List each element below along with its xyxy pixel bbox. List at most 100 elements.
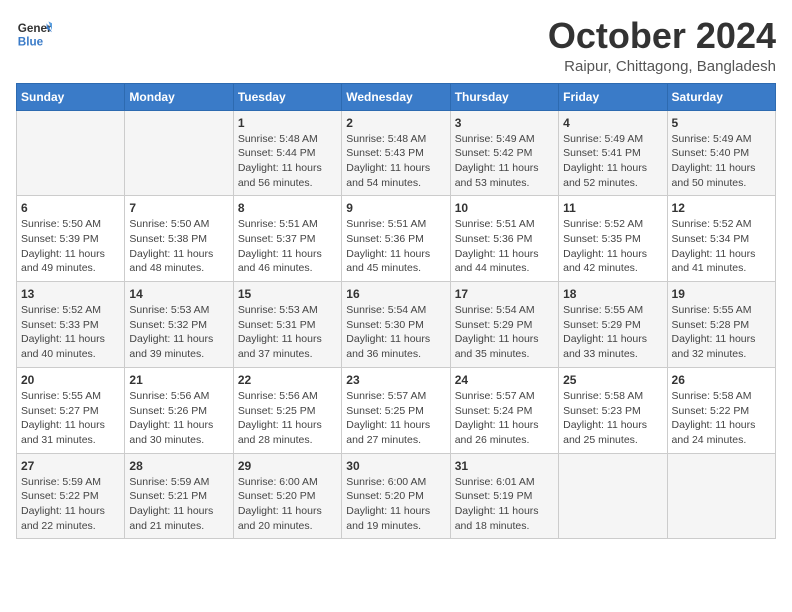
day-info: Sunrise: 5:52 AMSunset: 5:34 PMDaylight:…: [672, 217, 771, 276]
day-info: Sunrise: 5:50 AMSunset: 5:38 PMDaylight:…: [129, 217, 228, 276]
day-number: 23: [346, 373, 445, 387]
day-number: 1: [238, 116, 337, 130]
calendar-cell: 26Sunrise: 5:58 AMSunset: 5:22 PMDayligh…: [667, 367, 775, 453]
calendar-cell: 15Sunrise: 5:53 AMSunset: 5:31 PMDayligh…: [233, 282, 341, 368]
day-number: 21: [129, 373, 228, 387]
day-number: 27: [21, 459, 120, 473]
svg-text:Blue: Blue: [18, 36, 44, 49]
calendar-cell: 9 Sunrise: 5:51 AMSunset: 5:36 PMDaylight…: [342, 196, 450, 282]
day-info: Sunrise: 5:55 AMSunset: 5:29 PMDaylight:…: [563, 303, 662, 362]
day-number: 29: [238, 459, 337, 473]
day-number: 4: [563, 116, 662, 130]
day-number: 16: [346, 287, 445, 301]
week-row-3: 13Sunrise: 5:52 AMSunset: 5:33 PMDayligh…: [17, 282, 776, 368]
day-info: Sunrise: 5:49 AMSunset: 5:42 PMDaylight:…: [455, 132, 554, 191]
day-number: 13: [21, 287, 120, 301]
calendar-cell: [667, 453, 775, 539]
calendar-cell: 13Sunrise: 5:52 AMSunset: 5:33 PMDayligh…: [17, 282, 125, 368]
day-number: 7: [129, 201, 228, 215]
day-number: 9: [346, 201, 445, 215]
day-info: Sunrise: 5:55 AMSunset: 5:27 PMDaylight:…: [21, 389, 120, 448]
week-row-5: 27 Sunrise: 5:59 AMSunset: 5:22 PMDayligh…: [17, 453, 776, 539]
weekday-header-wednesday: Wednesday: [342, 83, 450, 110]
day-number: 20: [21, 373, 120, 387]
day-info: Sunrise: 5:49 AMSunset: 5:40 PMDaylight:…: [672, 132, 771, 191]
calendar-cell: 5 Sunrise: 5:49 AMSunset: 5:40 PMDaylight…: [667, 110, 775, 196]
calendar-cell: [559, 453, 667, 539]
calendar-cell: 25 Sunrise: 5:58 AMSunset: 5:23 PMDayligh…: [559, 367, 667, 453]
day-info: Sunrise: 5:54 AMSunset: 5:29 PMDaylight:…: [455, 303, 554, 362]
day-info: Sunrise: 5:59 AMSunset: 5:22 PMDaylight:…: [21, 475, 120, 534]
calendar-cell: 30Sunrise: 6:00 AMSunset: 5:20 PMDayligh…: [342, 453, 450, 539]
calendar-cell: 12 Sunrise: 5:52 AMSunset: 5:34 PMDayligh…: [667, 196, 775, 282]
day-number: 28: [129, 459, 228, 473]
day-number: 11: [563, 201, 662, 215]
calendar-cell: 27 Sunrise: 5:59 AMSunset: 5:22 PMDayligh…: [17, 453, 125, 539]
location-title: Raipur, Chittagong, Bangladesh: [548, 58, 776, 75]
day-info: Sunrise: 5:57 AMSunset: 5:24 PMDaylight:…: [455, 389, 554, 448]
calendar-cell: 10 Sunrise: 5:51 AMSunset: 5:36 PMDayligh…: [450, 196, 558, 282]
day-info: Sunrise: 5:53 AMSunset: 5:32 PMDaylight:…: [129, 303, 228, 362]
calendar-cell: 17Sunrise: 5:54 AMSunset: 5:29 PMDayligh…: [450, 282, 558, 368]
day-info: Sunrise: 6:00 AMSunset: 5:20 PMDaylight:…: [346, 475, 445, 534]
weekday-header-saturday: Saturday: [667, 83, 775, 110]
calendar-cell: 14 Sunrise: 5:53 AMSunset: 5:32 PMDayligh…: [125, 282, 233, 368]
calendar-cell: 22Sunrise: 5:56 AMSunset: 5:25 PMDayligh…: [233, 367, 341, 453]
day-number: 5: [672, 116, 771, 130]
day-number: 2: [346, 116, 445, 130]
day-info: Sunrise: 5:51 AMSunset: 5:36 PMDaylight:…: [455, 217, 554, 276]
weekday-header-row: SundayMondayTuesdayWednesdayThursdayFrid…: [17, 83, 776, 110]
weekday-header-monday: Monday: [125, 83, 233, 110]
calendar-cell: 16 Sunrise: 5:54 AMSunset: 5:30 PMDayligh…: [342, 282, 450, 368]
calendar-cell: 8Sunrise: 5:51 AMSunset: 5:37 PMDaylight…: [233, 196, 341, 282]
day-info: Sunrise: 6:01 AMSunset: 5:19 PMDaylight:…: [455, 475, 554, 534]
day-number: 15: [238, 287, 337, 301]
day-info: Sunrise: 5:58 AMSunset: 5:22 PMDaylight:…: [672, 389, 771, 448]
calendar-cell: 20 Sunrise: 5:55 AMSunset: 5:27 PMDayligh…: [17, 367, 125, 453]
day-info: Sunrise: 5:59 AMSunset: 5:21 PMDaylight:…: [129, 475, 228, 534]
day-info: Sunrise: 6:00 AMSunset: 5:20 PMDaylight:…: [238, 475, 337, 534]
day-info: Sunrise: 5:50 AMSunset: 5:39 PMDaylight:…: [21, 217, 120, 276]
day-number: 19: [672, 287, 771, 301]
day-info: Sunrise: 5:52 AMSunset: 5:35 PMDaylight:…: [563, 217, 662, 276]
week-row-4: 20 Sunrise: 5:55 AMSunset: 5:27 PMDayligh…: [17, 367, 776, 453]
day-number: 8: [238, 201, 337, 215]
day-info: Sunrise: 5:54 AMSunset: 5:30 PMDaylight:…: [346, 303, 445, 362]
day-info: Sunrise: 5:49 AMSunset: 5:41 PMDaylight:…: [563, 132, 662, 191]
calendar-table: SundayMondayTuesdayWednesdayThursdayFrid…: [16, 83, 776, 540]
calendar-cell: 18 Sunrise: 5:55 AMSunset: 5:29 PMDayligh…: [559, 282, 667, 368]
day-info: Sunrise: 5:58 AMSunset: 5:23 PMDaylight:…: [563, 389, 662, 448]
day-number: 6: [21, 201, 120, 215]
day-number: 24: [455, 373, 554, 387]
calendar-cell: 4 Sunrise: 5:49 AMSunset: 5:41 PMDaylight…: [559, 110, 667, 196]
calendar-cell: 29 Sunrise: 6:00 AMSunset: 5:20 PMDayligh…: [233, 453, 341, 539]
day-number: 10: [455, 201, 554, 215]
day-info: Sunrise: 5:56 AMSunset: 5:25 PMDaylight:…: [238, 389, 337, 448]
weekday-header-friday: Friday: [559, 83, 667, 110]
day-number: 25: [563, 373, 662, 387]
calendar-cell: 19Sunrise: 5:55 AMSunset: 5:28 PMDayligh…: [667, 282, 775, 368]
calendar-cell: 21 Sunrise: 5:56 AMSunset: 5:26 PMDayligh…: [125, 367, 233, 453]
day-number: 3: [455, 116, 554, 130]
logo: General Blue: [16, 16, 52, 52]
day-info: Sunrise: 5:56 AMSunset: 5:26 PMDaylight:…: [129, 389, 228, 448]
day-number: 14: [129, 287, 228, 301]
logo-icon: General Blue: [16, 16, 52, 52]
calendar-cell: 1 Sunrise: 5:48 AMSunset: 5:44 PMDaylight…: [233, 110, 341, 196]
calendar-cell: 11 Sunrise: 5:52 AMSunset: 5:35 PMDayligh…: [559, 196, 667, 282]
week-row-1: 1 Sunrise: 5:48 AMSunset: 5:44 PMDaylight…: [17, 110, 776, 196]
month-title: October 2024: [548, 16, 776, 56]
calendar-cell: [17, 110, 125, 196]
week-row-2: 6 Sunrise: 5:50 AMSunset: 5:39 PMDaylight…: [17, 196, 776, 282]
weekday-header-sunday: Sunday: [17, 83, 125, 110]
day-number: 12: [672, 201, 771, 215]
day-info: Sunrise: 5:48 AMSunset: 5:43 PMDaylight:…: [346, 132, 445, 191]
day-info: Sunrise: 5:51 AMSunset: 5:36 PMDaylight:…: [346, 217, 445, 276]
day-info: Sunrise: 5:48 AMSunset: 5:44 PMDaylight:…: [238, 132, 337, 191]
calendar-cell: 2 Sunrise: 5:48 AMSunset: 5:43 PMDaylight…: [342, 110, 450, 196]
day-number: 31: [455, 459, 554, 473]
day-info: Sunrise: 5:57 AMSunset: 5:25 PMDaylight:…: [346, 389, 445, 448]
calendar-cell: 7 Sunrise: 5:50 AMSunset: 5:38 PMDaylight…: [125, 196, 233, 282]
day-number: 18: [563, 287, 662, 301]
calendar-cell: 6 Sunrise: 5:50 AMSunset: 5:39 PMDaylight…: [17, 196, 125, 282]
